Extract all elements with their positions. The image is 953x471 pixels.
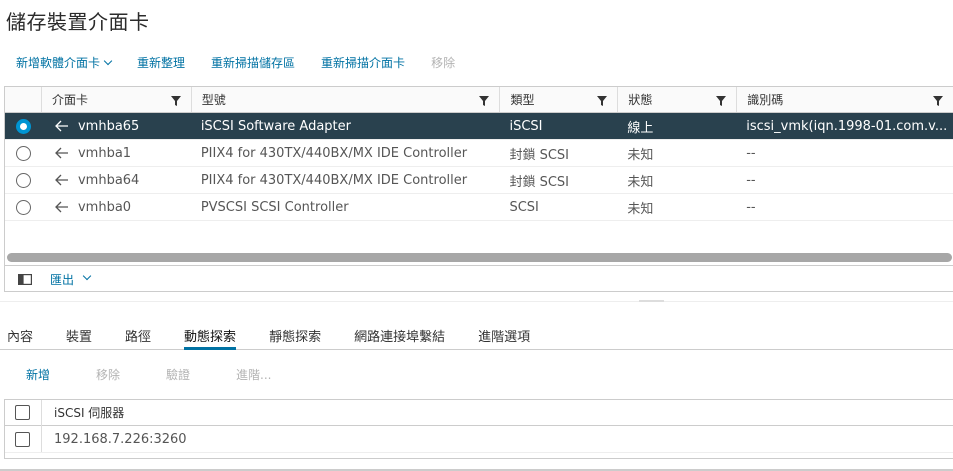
- filter-icon[interactable]: [597, 96, 608, 106]
- column-header-model[interactable]: 型號: [190, 87, 500, 112]
- table-row[interactable]: vmhba65 iSCSI Software Adapter iSCSI 線上 …: [5, 113, 953, 140]
- table-row[interactable]: vmhba0 PVSCSI SCSI Controller SCSI 未知 --: [5, 194, 953, 221]
- adapters-grid: 介面卡 型號 類型 狀態 識別碼 vmhba65 iSCSI Software …: [4, 86, 953, 292]
- row-radio[interactable]: [16, 145, 31, 161]
- model-cell: PVSCSI SCSI Controller: [200, 199, 349, 215]
- add-target-button[interactable]: 新增: [26, 366, 50, 383]
- adapter-name: vmhba1: [77, 145, 132, 161]
- detail-tabs: 內容 裝置 路徑 動態探索 靜態探索 網路連接埠繫結 進階選項: [0, 322, 953, 350]
- tab-static-discovery[interactable]: 靜態探索: [269, 322, 321, 350]
- adapter-name: vmhba64: [77, 172, 140, 188]
- row-radio-cell: [5, 113, 41, 139]
- column-header-adapter[interactable]: 介面卡: [40, 87, 191, 112]
- row-checkbox[interactable]: [15, 431, 30, 447]
- adapter-cell: vmhba1: [41, 140, 191, 166]
- adapter-icon: [55, 147, 68, 159]
- identifier-cell: --: [746, 145, 756, 161]
- adapter-name: vmhba0: [77, 199, 132, 215]
- export-label: 匯出: [50, 272, 75, 287]
- adapter-toolbar: 新增軟體介面卡 重新整理 重新掃描儲存區 重新掃描介面卡 移除: [0, 52, 465, 72]
- column-label: 型號: [201, 93, 226, 107]
- adapter-name: vmhba65: [77, 118, 140, 134]
- grid-header-select: [5, 87, 41, 112]
- pane-divider: [0, 301, 953, 302]
- remove-adapter-button[interactable]: 移除: [431, 54, 455, 71]
- column-header-identifier[interactable]: 識別碼: [736, 87, 953, 112]
- row-radio-cell: [5, 194, 41, 220]
- status-cell: 未知: [627, 201, 654, 217]
- iscsi-server-address: 192.168.7.226:3260: [54, 431, 187, 447]
- adapter-cell: vmhba64: [41, 167, 191, 193]
- identifier-cell: --: [746, 172, 756, 188]
- column-label: 識別碼: [747, 93, 784, 107]
- column-divider: [41, 399, 42, 426]
- table-row[interactable]: vmhba64 PIIX4 for 430TX/440BX/MX IDE Con…: [5, 167, 953, 194]
- remove-target-button[interactable]: 移除: [96, 366, 120, 383]
- column-label: 介面卡: [51, 93, 88, 107]
- row-radio[interactable]: [16, 172, 31, 188]
- grid-header: 介面卡 型號 類型 狀態 識別碼: [5, 87, 953, 113]
- advanced-button[interactable]: 進階...: [236, 366, 271, 383]
- identifier-cell: --: [746, 199, 756, 215]
- tab-dynamic-discovery[interactable]: 動態探索: [184, 322, 237, 350]
- filter-icon[interactable]: [716, 96, 727, 106]
- model-cell: iSCSI Software Adapter: [200, 118, 351, 134]
- verify-button[interactable]: 驗證: [166, 366, 190, 383]
- adapter-icon: [55, 174, 68, 186]
- column-label: 類型: [510, 93, 535, 107]
- status-cell: 未知: [627, 147, 654, 163]
- chevron-down-icon: [82, 271, 92, 281]
- adapter-cell: vmhba65: [41, 113, 191, 139]
- add-software-adapter-button[interactable]: 新增軟體介面卡: [16, 54, 113, 71]
- column-divider: [41, 426, 42, 452]
- model-cell: PIIX4 for 430TX/440BX/MX IDE Controller: [200, 172, 468, 188]
- chevron-down-icon: [103, 56, 113, 65]
- column-header-type[interactable]: 類型: [499, 87, 617, 112]
- table-row[interactable]: vmhba1 PIIX4 for 430TX/440BX/MX IDE Cont…: [5, 140, 953, 167]
- column-header-iscsi-server[interactable]: iSCSI 伺服器: [54, 404, 124, 421]
- horizontal-scrollbar[interactable]: [5, 252, 953, 264]
- discovery-toolbar: 新增 移除 驗證 進階...: [0, 366, 292, 383]
- row-radio[interactable]: [16, 118, 31, 134]
- page-title: 儲存裝置介面卡: [6, 10, 150, 34]
- refresh-button[interactable]: 重新整理: [137, 54, 185, 71]
- status-cell: 未知: [627, 174, 654, 190]
- export-button[interactable]: 匯出: [50, 271, 92, 288]
- adapter-cell: vmhba0: [41, 194, 191, 220]
- type-cell: 封鎖 SCSI: [509, 174, 570, 190]
- rescan-storage-button[interactable]: 重新掃描儲存區: [211, 54, 295, 71]
- scrollbar-thumb[interactable]: [7, 253, 952, 262]
- adapter-icon: [55, 201, 68, 213]
- column-selector-icon[interactable]: [18, 273, 32, 285]
- type-cell: iSCSI: [509, 118, 543, 134]
- select-all-checkbox[interactable]: [15, 405, 30, 420]
- filter-icon[interactable]: [170, 96, 181, 106]
- type-cell: 封鎖 SCSI: [509, 147, 570, 163]
- type-cell: SCSI: [509, 199, 539, 215]
- tab-properties[interactable]: 內容: [7, 322, 33, 350]
- grid-footer: 匯出: [5, 265, 953, 292]
- rescan-adapter-button[interactable]: 重新掃描介面卡: [321, 54, 405, 71]
- model-cell: PIIX4 for 430TX/440BX/MX IDE Controller: [200, 145, 468, 161]
- table-row[interactable]: 192.168.7.226:3260: [5, 426, 953, 453]
- tab-devices[interactable]: 裝置: [66, 322, 92, 350]
- identifier-cell: iscsi_vmk(iqn.1998-01.com.v...: [746, 118, 948, 134]
- iscsi-server-grid: iSCSI 伺服器 192.168.7.226:3260: [4, 399, 953, 459]
- column-header-status[interactable]: 狀態: [617, 87, 736, 112]
- tab-advanced-options[interactable]: 進階選項: [478, 322, 530, 350]
- add-software-adapter-label: 新增軟體介面卡: [16, 55, 101, 70]
- row-radio[interactable]: [16, 199, 31, 215]
- filter-icon[interactable]: [932, 96, 943, 106]
- row-radio-cell: [5, 167, 41, 193]
- pane-splitter-handle[interactable]: [639, 300, 664, 302]
- tab-paths[interactable]: 路徑: [125, 322, 151, 350]
- tab-network-port-binding[interactable]: 網路連接埠繫結: [354, 322, 445, 350]
- row-radio-cell: [5, 140, 41, 166]
- grid-header: iSCSI 伺服器: [5, 399, 953, 426]
- status-cell: 線上: [627, 120, 654, 136]
- filter-icon[interactable]: [479, 96, 490, 106]
- column-label: 狀態: [628, 93, 653, 107]
- adapter-icon: [55, 120, 68, 132]
